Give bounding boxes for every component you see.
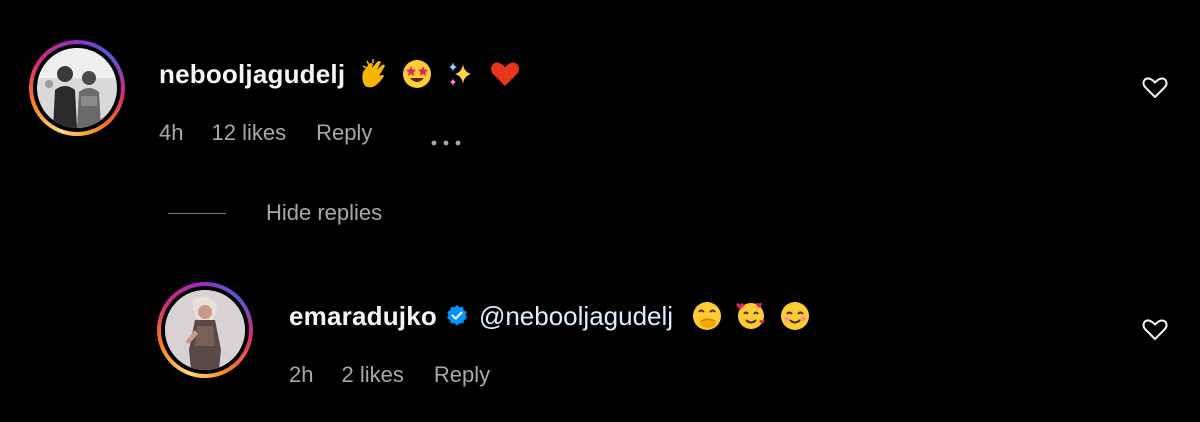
star-struck-icon <box>401 58 433 90</box>
comment-item: nebooljagudelj 4h 12 likes Reply <box>0 40 1200 160</box>
red-heart-icon <box>489 58 521 90</box>
avatar <box>37 48 117 128</box>
username[interactable]: nebooljagudelj <box>159 59 345 90</box>
comment-line: nebooljagudelj <box>159 56 521 92</box>
reply-button[interactable]: Reply <box>434 362 490 388</box>
clapping-hands-icon <box>357 58 389 90</box>
avatar-story-ring[interactable] <box>157 282 253 378</box>
comment-meta: 4h 12 likes Reply <box>159 118 466 148</box>
avatar-gap <box>33 44 121 132</box>
reply-button[interactable]: Reply <box>316 120 372 146</box>
likes-count[interactable]: 2 likes <box>341 362 403 388</box>
sparkles-icon <box>445 58 477 90</box>
avatar-story-ring[interactable] <box>29 40 125 136</box>
like-heart-icon[interactable] <box>1140 72 1170 102</box>
avatar <box>165 290 245 370</box>
hide-replies-button[interactable]: Hide replies <box>168 200 382 226</box>
comment-meta: 2h 2 likes Reply <box>289 360 490 390</box>
likes-count[interactable]: 12 likes <box>211 120 286 146</box>
reply-item: emaradujko @nebooljagudelj 2h 2 likes Re… <box>0 282 1200 402</box>
timestamp: 4h <box>159 120 184 145</box>
hide-replies-label: Hide replies <box>266 200 383 225</box>
comment-line: emaradujko @nebooljagudelj <box>289 298 811 334</box>
more-options-icon[interactable] <box>426 128 466 146</box>
smiling-face-with-hearts-icon <box>735 300 767 332</box>
face-with-hand-over-mouth-icon <box>691 300 723 332</box>
timestamp: 2h <box>289 362 314 387</box>
smiling-face-with-smiling-eyes-icon <box>779 300 811 332</box>
verified-badge-icon <box>445 304 469 328</box>
username[interactable]: emaradujko <box>289 301 437 332</box>
mention-link[interactable]: @nebooljagudelj <box>479 301 673 332</box>
like-heart-icon[interactable] <box>1140 314 1170 344</box>
avatar-gap <box>161 286 249 374</box>
divider <box>168 212 226 214</box>
